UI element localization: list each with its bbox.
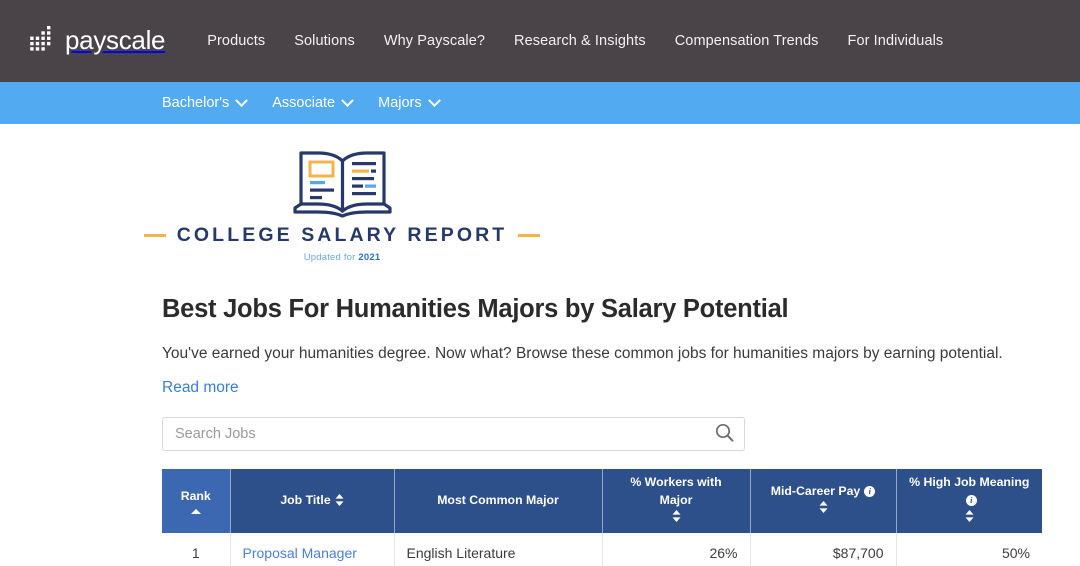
sort-both-icon	[613, 509, 740, 528]
updated-year: 2021	[358, 252, 381, 263]
jobs-table-body: 1 Proposal Manager English Literature 26…	[162, 532, 1042, 566]
jobs-table-header-row: Rank Job Title Most Common Major % Worke…	[162, 468, 1042, 533]
secondary-nav: Bachelor's Associate Majors	[0, 82, 1080, 124]
page-title: Best Jobs For Humanities Majors by Salar…	[162, 295, 789, 323]
column-label-mid-career-pay: Mid-Career Pay	[770, 484, 861, 499]
column-header-mid-career-pay[interactable]: Mid-Career Pay i	[750, 468, 897, 533]
cell-pct-high-job-meaning: 50%	[896, 532, 1042, 566]
cell-mid-career-pay: $87,700	[750, 532, 897, 566]
subnav-label-bachelors: Bachelor's	[162, 95, 230, 111]
jobs-table: Rank Job Title Most Common Major % Worke…	[162, 468, 1042, 566]
accent-dash-right	[518, 234, 541, 237]
page-description: You've earned your humanities degree. No…	[162, 345, 1003, 362]
pct-high-job-meaning-label-row: % High Job Meaning i	[907, 474, 1033, 510]
subnav-item-majors[interactable]: Majors	[378, 93, 441, 111]
job-title-link[interactable]: Proposal Manager	[243, 545, 357, 561]
nav-item-compensation-trends[interactable]: Compensation Trends	[675, 33, 819, 49]
college-salary-report-logo: COLLEGE SALARY REPORT Updated for 2021	[143, 124, 541, 263]
info-icon[interactable]: i	[864, 486, 876, 498]
subnav-label-majors: Majors	[378, 95, 422, 111]
page-content: COLLEGE SALARY REPORT Updated for 2021 B…	[0, 124, 1080, 566]
subnav-item-bachelors[interactable]: Bachelor's	[162, 93, 249, 111]
column-label-job-title: Job Title	[280, 493, 331, 507]
column-header-most-common-major[interactable]: Most Common Major	[394, 468, 603, 533]
column-label-most-common-major: Most Common Major	[437, 493, 559, 507]
nav-item-why-payscale[interactable]: Why Payscale?	[384, 33, 485, 49]
accent-dash-left	[143, 234, 166, 237]
report-updated-note: Updated for 2021	[304, 252, 381, 263]
report-title-row: COLLEGE SALARY REPORT	[143, 224, 541, 247]
column-label-rank: Rank	[180, 489, 211, 503]
table-row: 1 Proposal Manager English Literature 26…	[162, 532, 1042, 566]
column-label-pct-high-job-meaning: % High Job Meaning	[909, 475, 1030, 490]
report-title: COLLEGE SALARY REPORT	[176, 224, 508, 246]
search-button[interactable]	[704, 418, 744, 450]
brand-wordmark: payscale	[65, 25, 166, 55]
jobs-table-container: Rank Job Title Most Common Major % Worke…	[162, 468, 1042, 566]
chevron-down-icon	[427, 93, 441, 107]
cell-job-title: Proposal Manager	[230, 532, 395, 566]
primary-nav: Products Solutions Why Payscale? Researc…	[207, 33, 943, 49]
payscale-dot-matrix-logo	[28, 26, 65, 56]
sort-ascending-icon	[190, 508, 201, 514]
subnav-item-associate[interactable]: Associate	[272, 93, 354, 111]
subnav-label-associate: Associate	[272, 95, 336, 111]
sort-both-icon	[761, 500, 886, 519]
search-input[interactable]	[163, 425, 704, 442]
mid-career-pay-label-row: Mid-Career Pay i	[761, 483, 886, 501]
sort-both-icon	[907, 509, 1033, 528]
column-label-pct-workers-with-major: % Workers with Major	[630, 475, 722, 507]
jobs-table-head: Rank Job Title Most Common Major % Worke…	[162, 468, 1042, 533]
site-header: payscale Products Solutions Why Payscale…	[0, 0, 1080, 82]
nav-item-research-insights[interactable]: Research & Insights	[514, 33, 646, 49]
chevron-down-icon	[235, 93, 249, 107]
column-header-rank[interactable]: Rank	[162, 468, 231, 533]
info-icon[interactable]: i	[965, 495, 977, 506]
read-more-link[interactable]: Read more	[162, 379, 239, 397]
sort-both-icon	[335, 494, 344, 506]
column-header-pct-workers-with-major[interactable]: % Workers with Major	[602, 468, 751, 533]
search-jobs-box[interactable]	[162, 416, 745, 451]
cell-most-common-major: English Literature	[394, 532, 603, 566]
search-icon	[715, 423, 734, 445]
column-header-pct-high-job-meaning[interactable]: % High Job Meaning i	[896, 468, 1042, 533]
cell-rank: 1	[162, 532, 231, 566]
payscale-logo-link[interactable]: payscale	[28, 25, 166, 56]
open-book-icon	[291, 148, 394, 218]
updated-prefix: Updated for	[303, 252, 359, 263]
cell-pct-workers-with-major: 26%	[602, 532, 751, 566]
column-header-job-title[interactable]: Job Title	[230, 468, 395, 533]
nav-item-products[interactable]: Products	[207, 33, 265, 49]
chevron-down-icon	[341, 93, 354, 107]
nav-item-for-individuals[interactable]: For Individuals	[847, 33, 943, 49]
nav-item-solutions[interactable]: Solutions	[294, 33, 355, 49]
